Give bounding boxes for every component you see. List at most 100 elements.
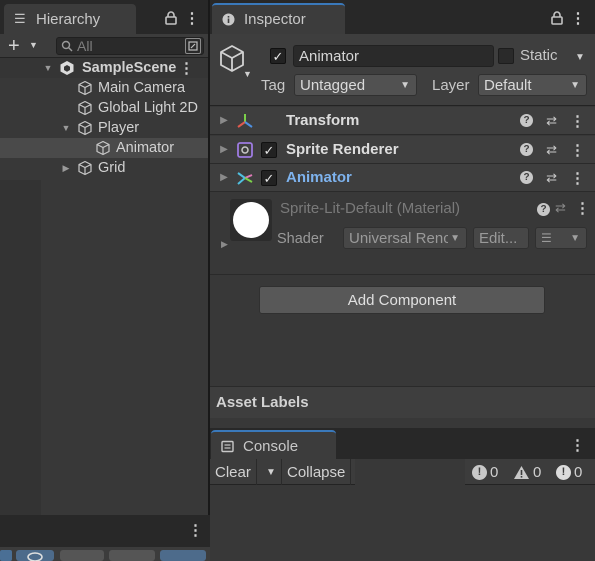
presets-icon[interactable]: ⇄ <box>546 142 557 158</box>
expand-arrow-icon[interactable]: ▼ <box>42 63 54 73</box>
help-icon[interactable]: ? <box>520 171 534 184</box>
static-dropdown-icon[interactable]: ▼ <box>575 52 585 63</box>
expand-arrow-icon[interactable]: ▶ <box>60 163 72 174</box>
hierarchy-menu-icon[interactable]: ⋮ <box>184 9 200 27</box>
object-name-field[interactable]: Animator <box>293 45 494 67</box>
console-tab-label: Console <box>243 437 299 455</box>
inspector-menu-icon[interactable]: ⋮ <box>570 9 586 27</box>
component-animator[interactable]: ▶ ✓ Animator ? ⇄ ⋮ <box>210 164 595 192</box>
component-name: Animator <box>286 169 352 186</box>
help-icon[interactable]: ? <box>537 203 550 216</box>
component-name: Sprite Renderer <box>286 141 399 158</box>
add-object-button[interactable]: + <box>8 35 20 58</box>
presets-icon[interactable]: ⇄ <box>546 170 557 186</box>
visibility-toggle[interactable] <box>16 550 54 561</box>
tree-item-global-light-2d[interactable]: Global Light 2D <box>0 98 208 118</box>
enable-checkbox[interactable]: ✓ <box>261 170 277 186</box>
object-name-value: Animator <box>299 47 360 65</box>
hierarchy-tab-label: Hierarchy <box>36 10 101 28</box>
info-icon <box>222 13 240 26</box>
panel-menu-icon[interactable]: ⋮ <box>188 521 203 539</box>
tree-item-animator[interactable]: Animator <box>0 138 208 158</box>
component-menu-icon[interactable]: ⋮ <box>570 141 585 159</box>
tree-item-grid[interactable]: ▶ Grid <box>0 158 208 178</box>
search-field[interactable]: All <box>56 37 204 55</box>
gameobject-icon <box>96 140 110 156</box>
scene-toolbar-panel: ⋮ <box>0 515 210 561</box>
tree-item-label: Global Light 2D <box>98 100 198 116</box>
shader-options-dropdown[interactable]: ☰ ▼ <box>535 227 587 249</box>
tree-item-label: Animator <box>116 140 175 156</box>
component-transform[interactable]: ▶ Transform ? ⇄ ⋮ <box>210 107 595 135</box>
list-icon: ☰ <box>14 11 26 26</box>
tree-item-player[interactable]: ▼ Player <box>0 118 208 138</box>
chevron-down-icon: ▼ <box>448 232 460 244</box>
tab-hierarchy[interactable]: ☰ Hierarchy <box>4 4 136 34</box>
hierarchy-toolbar: + ▼ All <box>0 34 208 58</box>
tab-inspector[interactable]: Inspector <box>212 3 345 34</box>
asset-labels-section[interactable]: Asset Labels <box>210 386 595 418</box>
enable-checkbox[interactable]: ✓ <box>261 142 277 158</box>
foldout-arrow-icon[interactable]: ▶ <box>218 172 230 183</box>
clear-button[interactable]: Clear <box>210 459 257 485</box>
foldout-arrow-icon[interactable]: ▶ <box>218 144 230 155</box>
expand-arrow-icon[interactable]: ▼ <box>60 123 72 133</box>
sprite-renderer-icon <box>235 140 255 160</box>
gizmos-dropdown[interactable] <box>160 550 206 561</box>
layer-value: Default <box>484 76 532 94</box>
unity-scene-icon <box>60 61 74 75</box>
component-menu-icon[interactable]: ⋮ <box>570 169 585 187</box>
gameobject-large-icon[interactable] <box>218 44 246 74</box>
error-count: 0 <box>574 463 583 481</box>
scene-menu-icon[interactable]: ⋮ <box>179 59 194 77</box>
error-filter-toggle[interactable]: ! 0 <box>556 459 582 485</box>
draw-mode-dropdown[interactable] <box>60 550 104 561</box>
component-menu-icon[interactable]: ⋮ <box>570 112 585 130</box>
collapse-button[interactable]: Collapse <box>282 459 352 485</box>
transform-icon <box>235 111 255 131</box>
static-checkbox[interactable] <box>498 48 514 64</box>
tree-item-label: Player <box>98 120 140 136</box>
presets-icon[interactable]: ⇄ <box>555 200 566 216</box>
material-preview[interactable] <box>230 199 272 241</box>
toolbar-button[interactable] <box>0 550 12 561</box>
help-icon[interactable]: ? <box>520 143 534 156</box>
clear-options-dropdown[interactable]: ▼ <box>261 459 282 485</box>
tree-item-main-camera[interactable]: Main Camera <box>0 78 208 98</box>
inspector-panel: Inspector ⋮ ▼ ✓ Animator Static ▼ Tag Un… <box>210 0 595 428</box>
tag-dropdown[interactable]: Untagged ▼ <box>294 74 417 96</box>
active-checkbox[interactable]: ✓ <box>270 48 286 64</box>
foldout-arrow-icon[interactable]: ▶ <box>221 239 228 250</box>
lock-icon[interactable] <box>163 9 179 27</box>
chevron-down-icon[interactable]: ▼ <box>29 40 38 50</box>
component-sprite-renderer[interactable]: ▶ ✓ Sprite Renderer ? ⇄ ⋮ <box>210 136 595 164</box>
material-section: ▶ Sprite-Lit-Default (Material) ? ⇄ ⋮ Sh… <box>210 193 595 263</box>
shader-label: Shader <box>277 231 324 247</box>
tab-console[interactable]: Console <box>211 430 336 460</box>
material-name: Sprite-Lit-Default (Material) <box>280 200 461 217</box>
info-filter-toggle[interactable]: ! 0 <box>472 459 498 485</box>
camera-dropdown[interactable] <box>109 550 155 561</box>
add-component-button[interactable]: Add Component <box>259 286 545 314</box>
tag-label: Tag <box>261 77 286 94</box>
console-menu-icon[interactable]: ⋮ <box>570 436 585 454</box>
layer-dropdown[interactable]: Default ▼ <box>478 74 587 96</box>
edit-shader-button[interactable]: Edit... <box>473 227 529 249</box>
scene-row[interactable]: ▼ SampleScene ⋮ <box>0 58 208 78</box>
material-menu-icon[interactable]: ⋮ <box>575 199 590 217</box>
lock-icon[interactable] <box>549 9 565 27</box>
foldout-arrow-icon[interactable]: ▶ <box>218 115 230 126</box>
component-buttons: ? ⇄ ⋮ <box>520 169 585 187</box>
console-log-area[interactable] <box>210 485 595 561</box>
console-search-area[interactable] <box>355 459 465 485</box>
icon-chevron-down-icon[interactable]: ▼ <box>243 69 252 79</box>
shader-value: Universal Renc <box>349 229 451 247</box>
search-by-type-icon[interactable] <box>185 38 201 54</box>
inspector-tab-label: Inspector <box>244 11 306 28</box>
shader-dropdown[interactable]: Universal Renc ▼ <box>343 227 467 249</box>
warning-filter-toggle[interactable]: 0 <box>513 459 541 485</box>
tree-item-label: Main Camera <box>98 80 186 96</box>
presets-icon[interactable]: ⇄ <box>546 113 557 129</box>
add-component-label: Add Component <box>347 291 457 309</box>
help-icon[interactable]: ? <box>520 114 534 127</box>
